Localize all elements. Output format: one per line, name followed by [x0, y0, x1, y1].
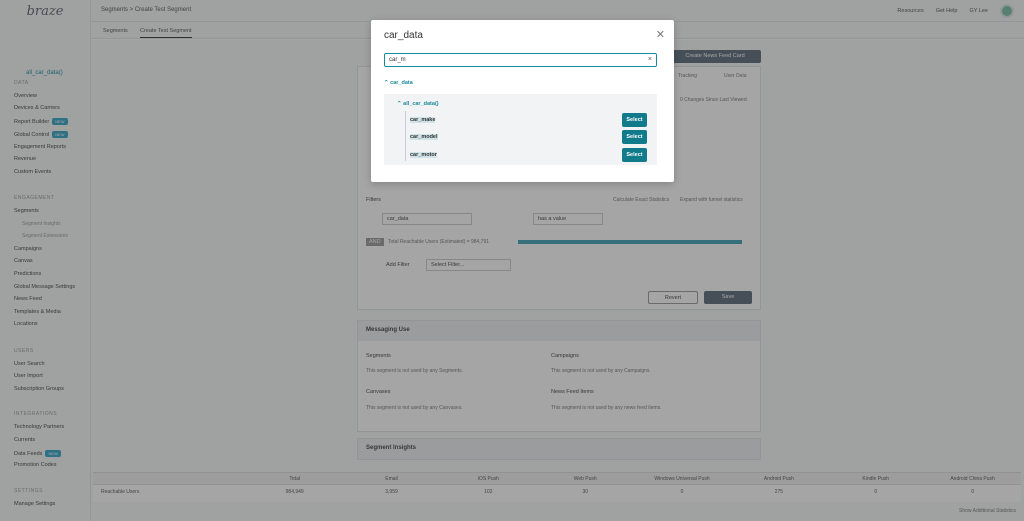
tree-sub-node[interactable]: ⌃ all_car_data(): [397, 101, 439, 107]
tree-sub-label: all_car_data(): [403, 101, 439, 107]
tree-connector: [405, 111, 406, 161]
search-input[interactable]: [385, 54, 635, 66]
leaf-car-model: car_model: [410, 134, 438, 140]
modal-title: car_data: [384, 30, 423, 41]
attribute-picker-modal: car_data ✕ × ⌃ car_data ⌃ all_car_data()…: [371, 20, 674, 182]
select-button[interactable]: Select: [622, 148, 647, 162]
leaf-label: car_motor: [410, 152, 437, 158]
chevron-up-icon: ⌃: [384, 80, 389, 86]
leaf-car-make: car_make: [410, 117, 436, 123]
clear-icon[interactable]: ×: [648, 56, 652, 63]
tree-results: ⌃ all_car_data() car_make Select car_mod…: [384, 94, 657, 165]
leaf-label: car_make: [410, 117, 436, 123]
tree-root[interactable]: ⌃ car_data: [384, 80, 413, 86]
close-icon[interactable]: ✕: [656, 28, 665, 41]
leaf-car-motor: car_motor: [410, 152, 437, 158]
select-button[interactable]: Select: [622, 130, 647, 144]
search-field[interactable]: ×: [384, 53, 657, 67]
leaf-label: car_model: [410, 134, 438, 140]
chevron-up-icon: ⌃: [397, 101, 402, 107]
select-button[interactable]: Select: [622, 113, 647, 127]
tree-root-label: car_data: [390, 80, 413, 86]
